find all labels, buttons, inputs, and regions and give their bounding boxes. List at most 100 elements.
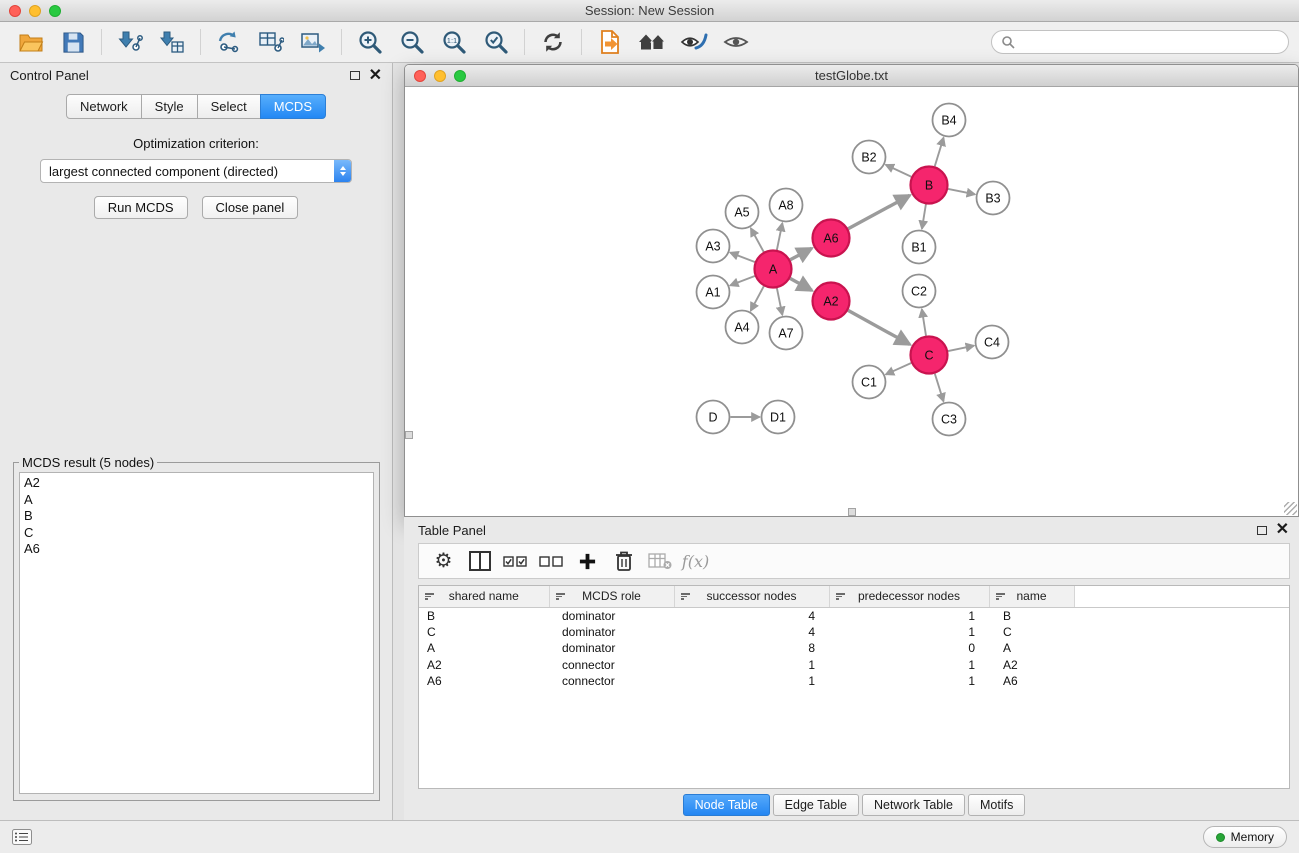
graph-edge-A-A6[interactable] <box>790 248 811 259</box>
open-session-button[interactable] <box>10 25 52 59</box>
mcds-result-item[interactable]: C <box>24 525 369 542</box>
graph-node-A2[interactable]: A2 <box>813 283 850 320</box>
graph-edge-C-C4[interactable] <box>948 346 974 351</box>
graph-node-A4[interactable]: A4 <box>726 311 759 344</box>
graph-node-A7[interactable]: A7 <box>770 317 803 350</box>
mcds-result-item[interactable]: A6 <box>24 541 369 558</box>
mcds-result-item[interactable]: A <box>24 492 369 509</box>
table-settings-button[interactable]: ⚙ <box>429 546 458 576</box>
table-row[interactable]: Cdominator41C <box>419 624 1289 641</box>
select-all-button[interactable] <box>501 546 530 576</box>
function-builder-button[interactable]: f(x) <box>681 546 710 576</box>
column-header-name[interactable]: name <box>989 586 1074 607</box>
canvas-left-handle[interactable] <box>405 431 413 439</box>
tab-network-table[interactable]: Network Table <box>862 794 965 816</box>
close-panel-icon[interactable]: ✕ <box>369 68 382 84</box>
graph-node-B4[interactable]: B4 <box>933 104 966 137</box>
table-row[interactable]: Bdominator41B <box>419 607 1289 624</box>
zoom-window-button[interactable] <box>49 5 61 17</box>
tab-node-table[interactable]: Node Table <box>683 794 770 816</box>
graph-edge-A2-C[interactable] <box>848 310 910 344</box>
zoom-in-button[interactable] <box>349 25 391 59</box>
deselect-all-button[interactable] <box>537 546 566 576</box>
graph-edge-B-B4[interactable] <box>935 138 944 167</box>
column-header-mcds-role[interactable]: MCDS role <box>549 586 674 607</box>
add-column-button[interactable] <box>573 546 602 576</box>
graph-node-A6[interactable]: A6 <box>813 220 850 257</box>
float-panel-icon[interactable] <box>350 71 360 80</box>
table-row[interactable]: Adominator80A <box>419 640 1289 657</box>
graph-edge-B-B2[interactable] <box>886 165 912 177</box>
mcds-result-item[interactable]: B <box>24 508 369 525</box>
graph-edge-A-A3[interactable] <box>730 253 755 262</box>
optimization-dropdown[interactable]: largest connected component (directed) <box>40 159 352 183</box>
network-zoom-button[interactable] <box>454 70 466 82</box>
column-header-successor-nodes[interactable]: successor nodes <box>674 586 829 607</box>
graph-edge-A6-B[interactable] <box>848 195 910 228</box>
import-table-button[interactable] <box>151 25 193 59</box>
graph-node-D1[interactable]: D1 <box>762 401 795 434</box>
graph-edge-C-C1[interactable] <box>886 363 911 374</box>
minimize-window-button[interactable] <box>29 5 41 17</box>
graph-node-C2[interactable]: C2 <box>903 275 936 308</box>
table-close-panel-icon[interactable]: ✕ <box>1276 522 1289 538</box>
save-session-button[interactable] <box>52 25 94 59</box>
tab-motifs[interactable]: Motifs <box>968 794 1025 816</box>
graphics-details-button[interactable] <box>673 25 715 59</box>
table-row[interactable]: A6connector11A6 <box>419 673 1289 690</box>
search-input[interactable] <box>1020 35 1279 49</box>
mcds-result-item[interactable]: A2 <box>24 475 369 492</box>
graph-edge-A-A8[interactable] <box>777 223 782 250</box>
tab-network[interactable]: Network <box>66 94 142 119</box>
open-file-button[interactable] <box>589 25 631 59</box>
home-button[interactable] <box>631 25 673 59</box>
tab-select[interactable]: Select <box>197 94 261 119</box>
graph-edge-C-C2[interactable] <box>922 309 926 336</box>
refresh-view-button[interactable] <box>532 25 574 59</box>
run-mcds-button[interactable]: Run MCDS <box>94 196 188 219</box>
new-network-button[interactable] <box>208 25 250 59</box>
graph-edge-B-B1[interactable] <box>922 204 926 229</box>
graph-node-C1[interactable]: C1 <box>853 366 886 399</box>
graph-edge-B-B3[interactable] <box>948 189 975 194</box>
tab-edge-table[interactable]: Edge Table <box>773 794 859 816</box>
window-resize-grip[interactable] <box>1284 502 1297 515</box>
graph-edge-A-A4[interactable] <box>751 286 764 311</box>
tab-style[interactable]: Style <box>141 94 198 119</box>
graph-edge-A-A5[interactable] <box>751 228 764 252</box>
canvas-bottom-handle[interactable] <box>848 508 856 516</box>
export-image-button[interactable] <box>292 25 334 59</box>
network-graph[interactable]: AA1A2A3A4A5A6A7A8BB1B2B3B4CC1C2C3C4DD1 <box>405 87 1298 516</box>
graph-node-B[interactable]: B <box>911 167 948 204</box>
delete-column-button[interactable] <box>609 546 638 576</box>
zoom-out-button[interactable] <box>391 25 433 59</box>
graph-edge-A-A7[interactable] <box>777 288 782 315</box>
column-header-predecessor-nodes[interactable]: predecessor nodes <box>829 586 989 607</box>
show-columns-button[interactable] <box>465 546 494 576</box>
network-canvas[interactable]: AA1A2A3A4A5A6A7A8BB1B2B3B4CC1C2C3C4DD1 <box>405 87 1298 516</box>
panel-menu-button[interactable] <box>12 829 32 845</box>
graph-edge-C-C3[interactable] <box>935 374 944 402</box>
new-table-button[interactable] <box>250 25 292 59</box>
hide-details-button[interactable] <box>715 25 757 59</box>
memory-button[interactable]: Memory <box>1203 826 1287 848</box>
zoom-fit-button[interactable]: 1:1 <box>433 25 475 59</box>
graph-node-A3[interactable]: A3 <box>697 230 730 263</box>
close-panel-button[interactable]: Close panel <box>202 196 299 219</box>
graph-node-C3[interactable]: C3 <box>933 403 966 436</box>
table-float-panel-icon[interactable] <box>1257 526 1267 535</box>
graph-edge-A-A2[interactable] <box>790 278 812 290</box>
table-row[interactable]: A2connector11A2 <box>419 657 1289 674</box>
graph-node-B1[interactable]: B1 <box>903 231 936 264</box>
delete-table-button[interactable] <box>645 546 674 576</box>
graph-node-C[interactable]: C <box>911 337 948 374</box>
graph-node-A[interactable]: A <box>755 251 792 288</box>
network-minimize-button[interactable] <box>434 70 446 82</box>
graph-node-A5[interactable]: A5 <box>726 196 759 229</box>
graph-node-A1[interactable]: A1 <box>697 276 730 309</box>
graph-edge-A-A1[interactable] <box>730 276 755 285</box>
zoom-selected-button[interactable] <box>475 25 517 59</box>
graph-node-B2[interactable]: B2 <box>853 141 886 174</box>
graph-node-A8[interactable]: A8 <box>770 189 803 222</box>
column-header-shared-name[interactable]: shared name <box>419 586 549 607</box>
